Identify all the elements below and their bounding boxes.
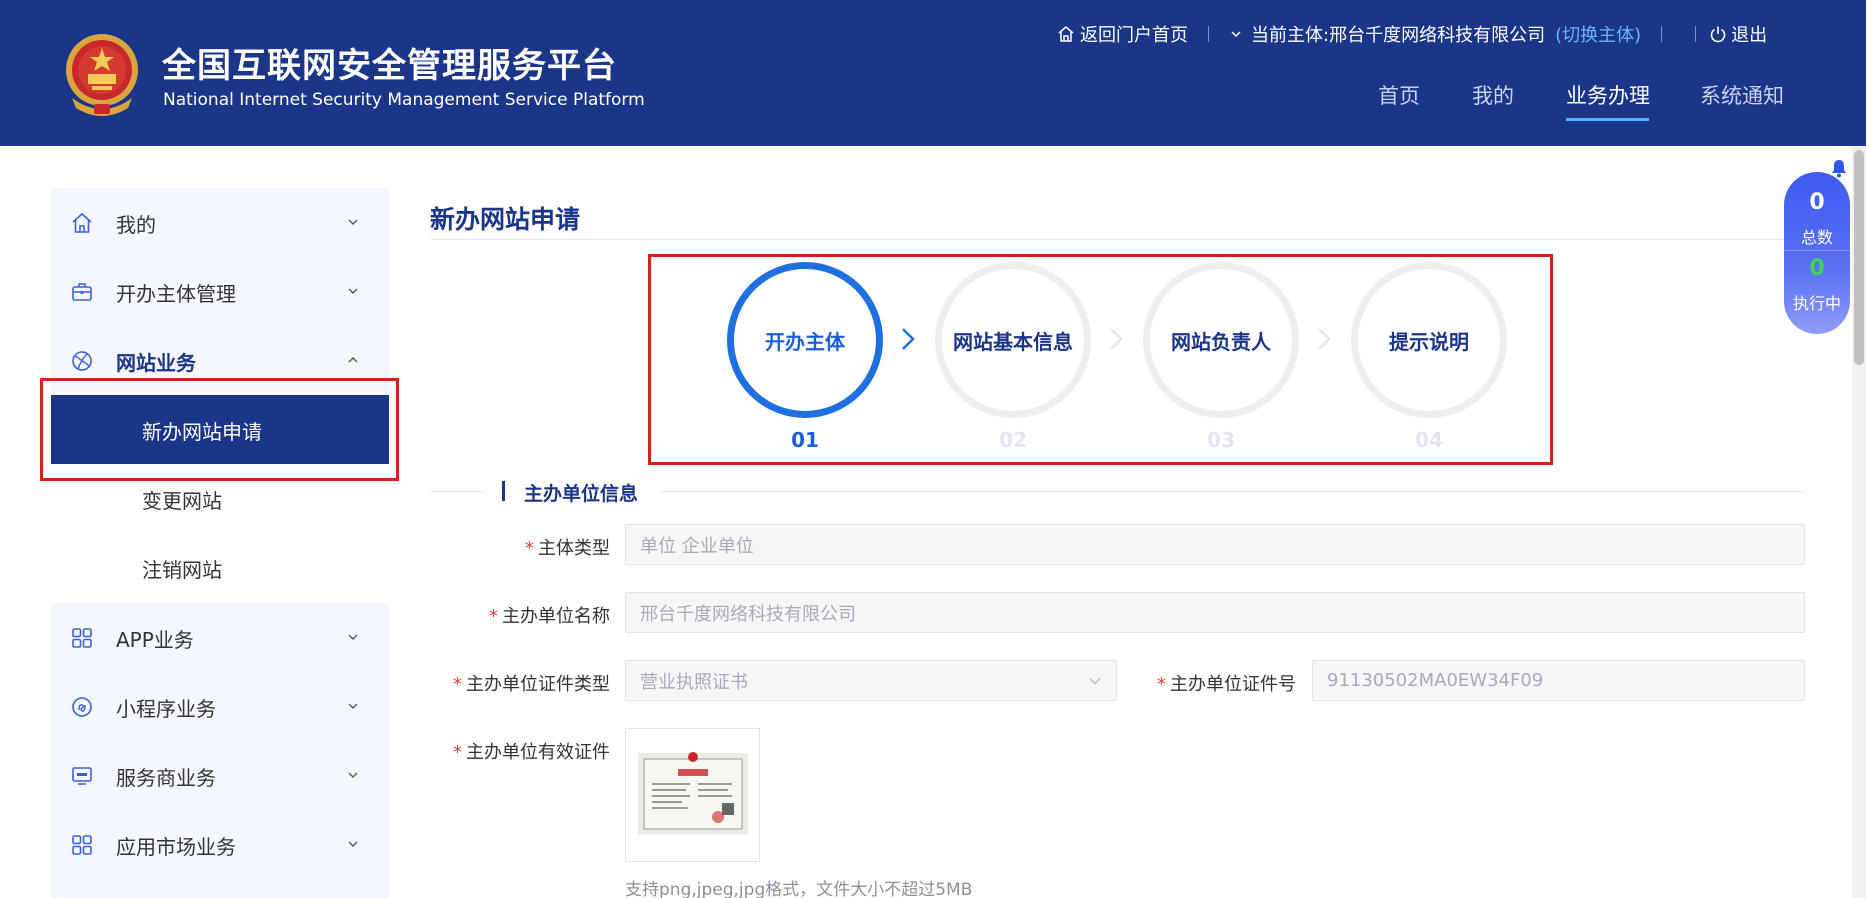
- switch-entity-link[interactable]: (切换主体): [1555, 21, 1641, 47]
- step-1: 开办主体: [727, 262, 883, 418]
- step-number: 03: [1207, 428, 1235, 452]
- home-link[interactable]: 返回门户首页: [1057, 21, 1188, 47]
- mini-program-icon: [72, 697, 92, 717]
- section-divider: [430, 491, 485, 492]
- active-nav-indicator: [1566, 118, 1649, 121]
- task-summary-panel[interactable]: 0 总数 0 执行中: [1784, 172, 1850, 334]
- logout-label: 退出: [1731, 25, 1768, 46]
- cert-no-label: * 主办单位证件号: [1157, 674, 1296, 695]
- platform-title: 全国互联网安全管理服务平台: [162, 46, 617, 86]
- sidebar-item-app-business[interactable]: APP业务: [51, 613, 389, 663]
- step-label: 网站基本信息: [953, 329, 1073, 354]
- chevron-right-icon: [1318, 328, 1331, 350]
- chevron-right-icon: [902, 328, 915, 350]
- cert-type-select: 营业执照证书: [625, 660, 1117, 701]
- sidebar-item-service-provider-business[interactable]: 服务商业务: [51, 751, 389, 801]
- chevron-down-icon: [1089, 678, 1101, 685]
- cert-type-label: * 主办单位证件类型: [453, 674, 610, 695]
- step-number: 01: [791, 428, 819, 452]
- sidebar-item-label: APP业务: [116, 627, 194, 652]
- monitor-icon: [72, 767, 92, 785]
- org-name-field: 邢台千度网络科技有限公司: [625, 592, 1805, 633]
- sidebar-item-label: 小程序业务: [116, 696, 216, 721]
- sidebar-item-label: 我的: [116, 212, 156, 237]
- total-label: 总数: [1800, 228, 1833, 247]
- sidebar-item-label: 开办主体管理: [116, 281, 236, 306]
- nav-notifications[interactable]: 系统通知: [1700, 80, 1784, 110]
- topbar-divider: [1661, 26, 1663, 42]
- platform-subtitle: National Internet Security Management Se…: [163, 90, 645, 110]
- chevron-down-icon: [348, 772, 358, 778]
- step-number: 04: [1415, 428, 1443, 452]
- home-link-label: 返回门户首页: [1080, 25, 1188, 46]
- power-icon: [1710, 26, 1726, 43]
- logout-button[interactable]: 退出: [1709, 21, 1767, 47]
- step-label: 开办主体: [765, 329, 845, 354]
- upload-hint: 支持png,jpeg,jpg格式，文件大小不超过5MB: [625, 880, 973, 898]
- briefcase-icon: [72, 283, 92, 301]
- sidebar-item-label: 网站业务: [116, 350, 196, 375]
- section-title: 主办单位信息: [524, 483, 639, 505]
- org-name-label: * 主办单位名称: [489, 606, 610, 627]
- sidebar-subitem-label: 注销网站: [142, 557, 222, 582]
- apps-grid-icon: [72, 835, 92, 855]
- topbar-divider: [1208, 26, 1209, 42]
- step-number: 02: [999, 428, 1027, 452]
- section-divider: [660, 491, 1805, 492]
- entity-type-field: 单位 企业单位: [625, 524, 1805, 565]
- chevron-down-icon: [348, 634, 358, 640]
- cert-file-label: * 主办单位有效证件: [453, 742, 610, 763]
- entity-selector[interactable]: 当前主体: 邢台千度网络科技有限公司 (切换主体): [1229, 21, 1641, 47]
- section-accent-bar: [502, 481, 505, 501]
- sidebar-item-label: 应用市场业务: [116, 834, 236, 859]
- sidebar-subitem-label: 变更网站: [142, 488, 222, 513]
- apps-grid-icon: [72, 628, 92, 648]
- nav-business[interactable]: 业务办理: [1566, 80, 1650, 110]
- nav-mine[interactable]: 我的: [1472, 80, 1514, 110]
- current-entity-name: 邢台千度网络科技有限公司: [1329, 25, 1546, 46]
- page-scrollbar-thumb[interactable]: [1854, 150, 1864, 365]
- chevron-right-icon: [1110, 328, 1123, 350]
- current-entity-prefix: 当前主体:: [1251, 25, 1330, 46]
- sidebar-item-mini-program-business[interactable]: 小程序业务: [51, 682, 389, 732]
- step-label: 网站负责人: [1171, 329, 1271, 354]
- chevron-down-icon: [348, 841, 358, 847]
- national-emblem-logo: [66, 34, 138, 116]
- sidebar-item-entity-management[interactable]: 开办主体管理: [51, 267, 389, 317]
- chevron-down-icon: [348, 288, 358, 294]
- cert-no-field: 91130502MA0EW34F09: [1312, 660, 1805, 701]
- sidebar: 我的 开办主体管理 网站业务 新办网站申请 变更网站 注销网站 APP业务 小程…: [51, 188, 389, 898]
- title-divider: [430, 239, 1805, 240]
- business-license-image: [626, 729, 759, 861]
- sidebar-item-app-market-business[interactable]: 应用市场业务: [51, 820, 389, 870]
- entity-type-label: * 主体类型: [525, 538, 610, 559]
- chevron-down-icon: [348, 219, 358, 225]
- nav-home[interactable]: 首页: [1378, 80, 1420, 110]
- cert-file-thumbnail[interactable]: [625, 728, 760, 862]
- home-icon: [1058, 26, 1074, 42]
- total-count: 0: [1809, 190, 1825, 215]
- topbar-divider: [1695, 26, 1697, 42]
- chevron-up-icon: [348, 357, 358, 363]
- running-label: 执行中: [1792, 294, 1841, 313]
- globe-icon: [72, 351, 92, 371]
- page-title: 新办网站申请: [430, 205, 581, 234]
- sidebar-subitem-cancel-website[interactable]: 注销网站: [51, 533, 389, 603]
- home-icon: [72, 212, 92, 233]
- top-utility-bar: 返回门户首页 当前主体: 邢台千度网络科技有限公司 (切换主体) 退出: [1057, 20, 1866, 48]
- step-3: 网站负责人: [1143, 262, 1299, 418]
- chevron-down-icon: [348, 703, 358, 709]
- step-label: 提示说明: [1389, 329, 1469, 354]
- running-count: 0: [1809, 256, 1825, 281]
- app-header: 全国互联网安全管理服务平台 National Internet Security…: [0, 0, 1866, 146]
- sidebar-item-mine[interactable]: 我的: [51, 198, 389, 248]
- chevron-down-icon: [1231, 31, 1241, 38]
- step-2: 网站基本信息: [935, 262, 1091, 418]
- sidebar-item-label: 服务商业务: [116, 765, 216, 790]
- step-4: 提示说明: [1351, 262, 1507, 418]
- annotation-highlight-box: [40, 378, 399, 481]
- panel-divider: [1784, 250, 1850, 251]
